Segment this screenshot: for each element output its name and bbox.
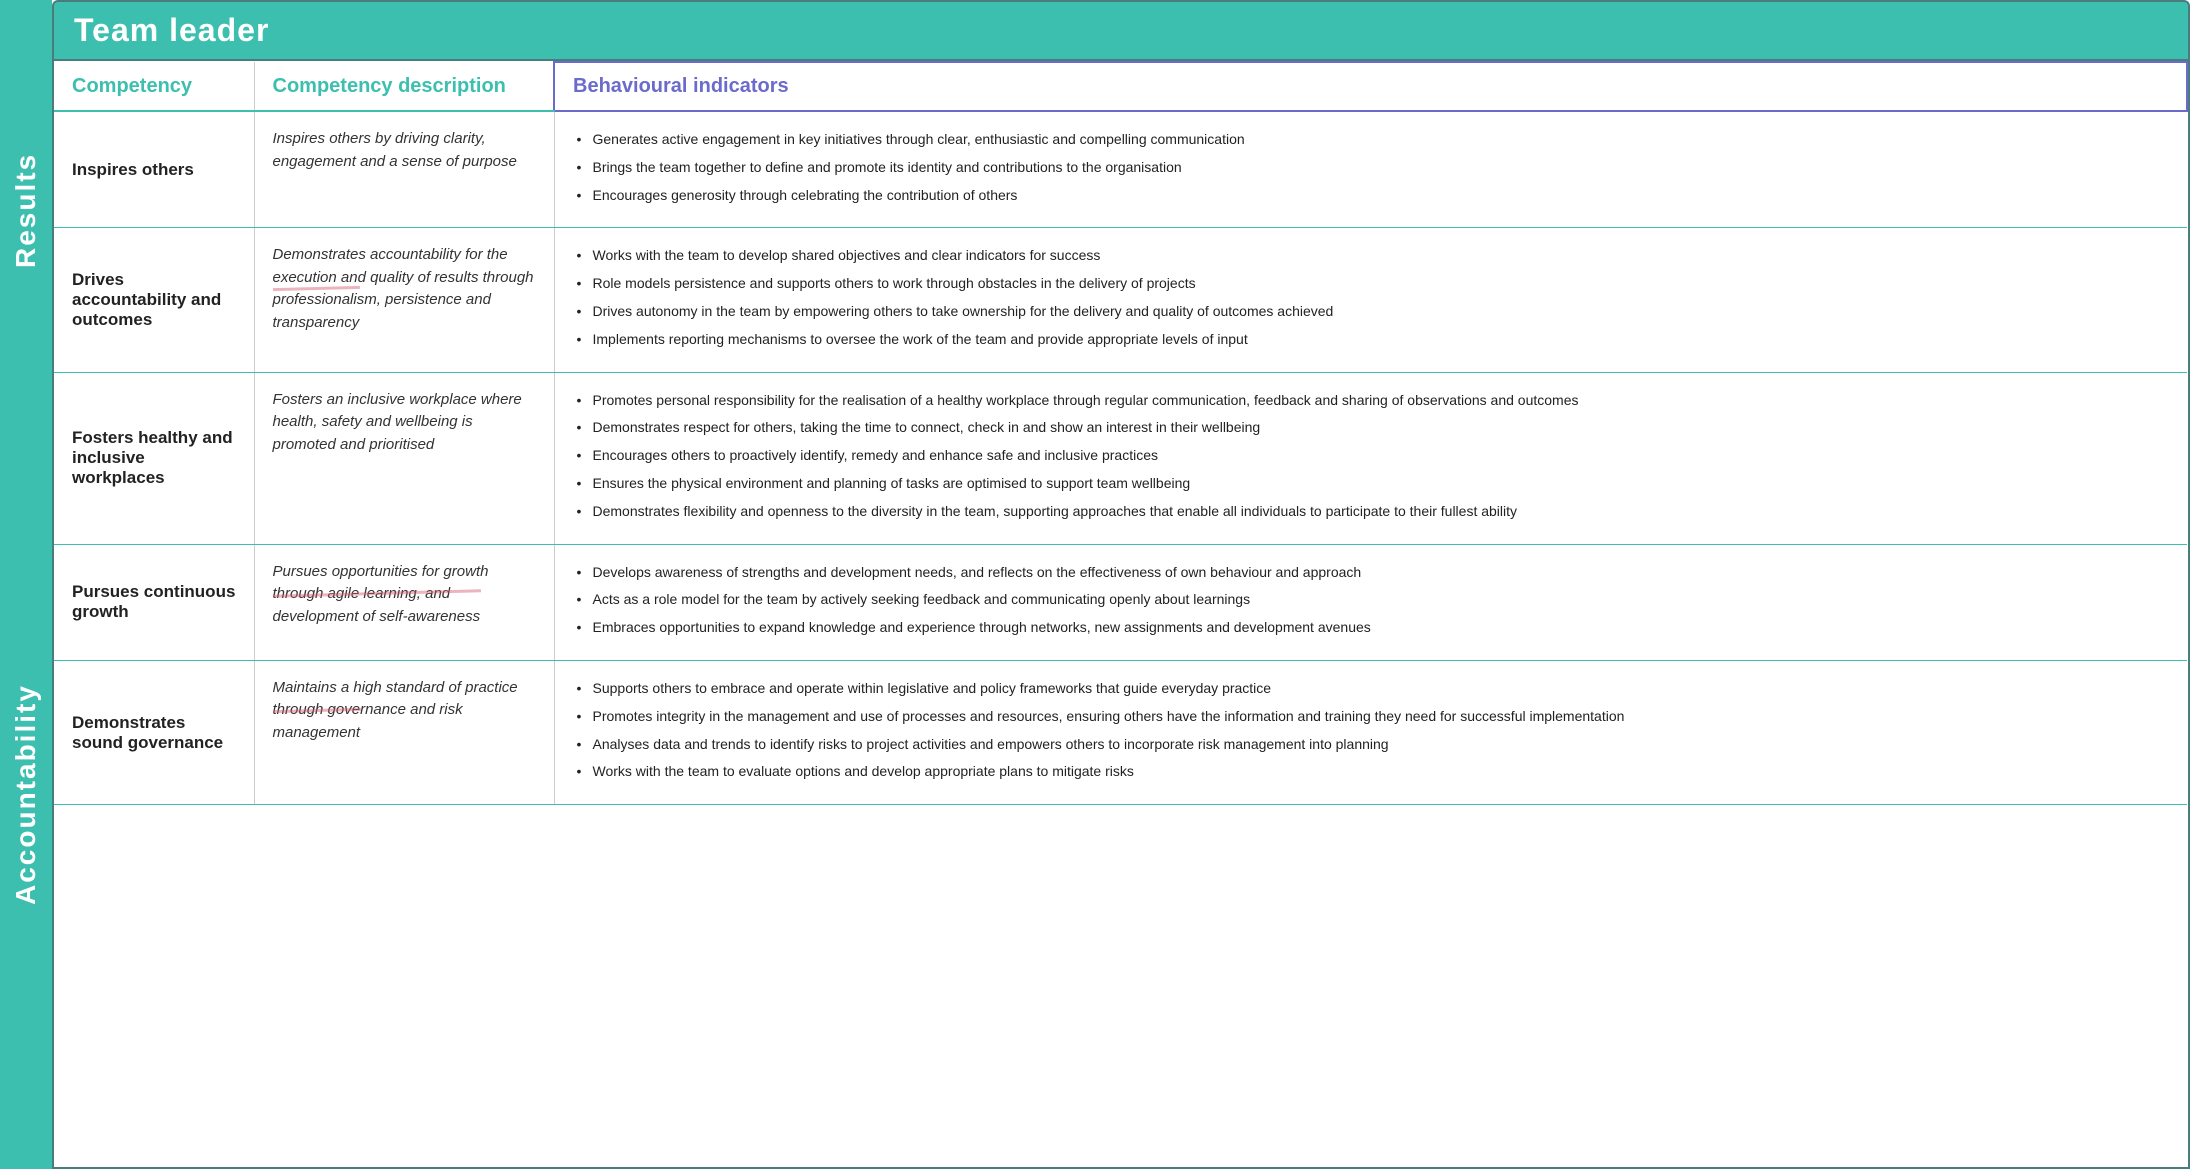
indicator-item: Role models persistence and supports oth…: [573, 272, 2170, 296]
table-row: Pursues continuous growth Pursues opportu…: [54, 544, 2187, 660]
description-cell: Maintains a high standard of practice th…: [254, 660, 554, 804]
side-label-results: Results: [0, 0, 52, 420]
indicator-item: Generates active engagement in key initi…: [573, 128, 2170, 152]
strikethrough-decoration: [272, 708, 360, 713]
page-wrapper: Results Accountability Team leader Compe…: [0, 0, 2190, 1169]
indicator-item: Promotes personal responsibility for the…: [573, 389, 2170, 413]
table-row: Drives accountability and outcomesDemons…: [54, 228, 2187, 372]
indicators-cell: Generates active engagement in key initi…: [554, 111, 2187, 228]
description-cell: Fosters an inclusive workplace where hea…: [254, 372, 554, 544]
indicators-list: Develops awareness of strengths and deve…: [573, 561, 2170, 640]
indicators-cell: Promotes personal responsibility for the…: [554, 372, 2187, 544]
strikethrough-decoration: [272, 286, 359, 291]
main-content: Team leader Competency Competency descri…: [52, 0, 2190, 1169]
side-label-accountability: Accountability: [0, 420, 52, 1169]
indicator-item: Demonstrates flexibility and openness to…: [573, 500, 2170, 524]
indicator-item: Works with the team to develop shared ob…: [573, 244, 2170, 268]
indicators-cell: Works with the team to develop shared ob…: [554, 228, 2187, 372]
title-bar: Team leader: [52, 0, 2190, 61]
indicator-item: Promotes integrity in the management and…: [573, 705, 2170, 729]
description-cell: Demonstrates accountability for the exec…: [254, 228, 554, 372]
col-header-description: Competency description: [254, 62, 554, 111]
indicator-item: Embraces opportunities to expand knowled…: [573, 616, 2170, 640]
table-wrapper: Competency Competency description Behavi…: [52, 61, 2190, 1169]
indicators-list: Promotes personal responsibility for the…: [573, 389, 2170, 524]
description-text: Maintains a high standard of practice th…: [273, 679, 518, 741]
page-title: Team leader: [74, 12, 269, 48]
table-header-row: Competency Competency description Behavi…: [54, 62, 2187, 111]
competency-cell: Drives accountability and outcomes: [54, 228, 254, 372]
indicator-item: Analyses data and trends to identify ris…: [573, 733, 2170, 757]
indicator-item: Acts as a role model for the team by act…: [573, 588, 2170, 612]
col-header-competency: Competency: [54, 62, 254, 111]
indicators-list: Works with the team to develop shared ob…: [573, 244, 2170, 351]
indicator-item: Brings the team together to define and p…: [573, 156, 2170, 180]
strikethrough-decoration: [272, 590, 480, 598]
indicator-item: Supports others to embrace and operate w…: [573, 677, 2170, 701]
description-text: Pursues opportunities for growth through…: [273, 563, 489, 625]
indicator-item: Drives autonomy in the team by empowerin…: [573, 300, 2170, 324]
description-text: Demonstrates accountability for the exec…: [273, 246, 534, 331]
indicator-item: Ensures the physical environment and pla…: [573, 472, 2170, 496]
competency-cell: Inspires others: [54, 111, 254, 228]
indicator-item: Encourages others to proactively identif…: [573, 444, 2170, 468]
indicators-cell: Develops awareness of strengths and deve…: [554, 544, 2187, 660]
indicator-item: Encourages generosity through celebratin…: [573, 184, 2170, 208]
col-header-indicators: Behavioural indicators: [554, 62, 2187, 111]
table-row: Inspires othersInspires others by drivin…: [54, 111, 2187, 228]
indicator-item: Implements reporting mechanisms to overs…: [573, 328, 2170, 352]
competency-table: Competency Competency description Behavi…: [54, 61, 2188, 805]
indicators-cell: Supports others to embrace and operate w…: [554, 660, 2187, 804]
competency-cell: Pursues continuous growth: [54, 544, 254, 660]
side-labels-column: Results Accountability: [0, 0, 52, 1169]
table-row: Demonstrates sound governance Maintains a…: [54, 660, 2187, 804]
indicators-list: Supports others to embrace and operate w…: [573, 677, 2170, 784]
competency-cell: Fosters healthy and inclusive workplaces: [54, 372, 254, 544]
competency-cell: Demonstrates sound governance: [54, 660, 254, 804]
indicators-list: Generates active engagement in key initi…: [573, 128, 2170, 207]
indicator-item: Develops awareness of strengths and deve…: [573, 561, 2170, 585]
indicator-item: Demonstrates respect for others, taking …: [573, 416, 2170, 440]
description-cell: Inspires others by driving clarity, enga…: [254, 111, 554, 228]
indicator-item: Works with the team to evaluate options …: [573, 760, 2170, 784]
description-cell: Pursues opportunities for growth through…: [254, 544, 554, 660]
table-row: Fosters healthy and inclusive workplaces…: [54, 372, 2187, 544]
